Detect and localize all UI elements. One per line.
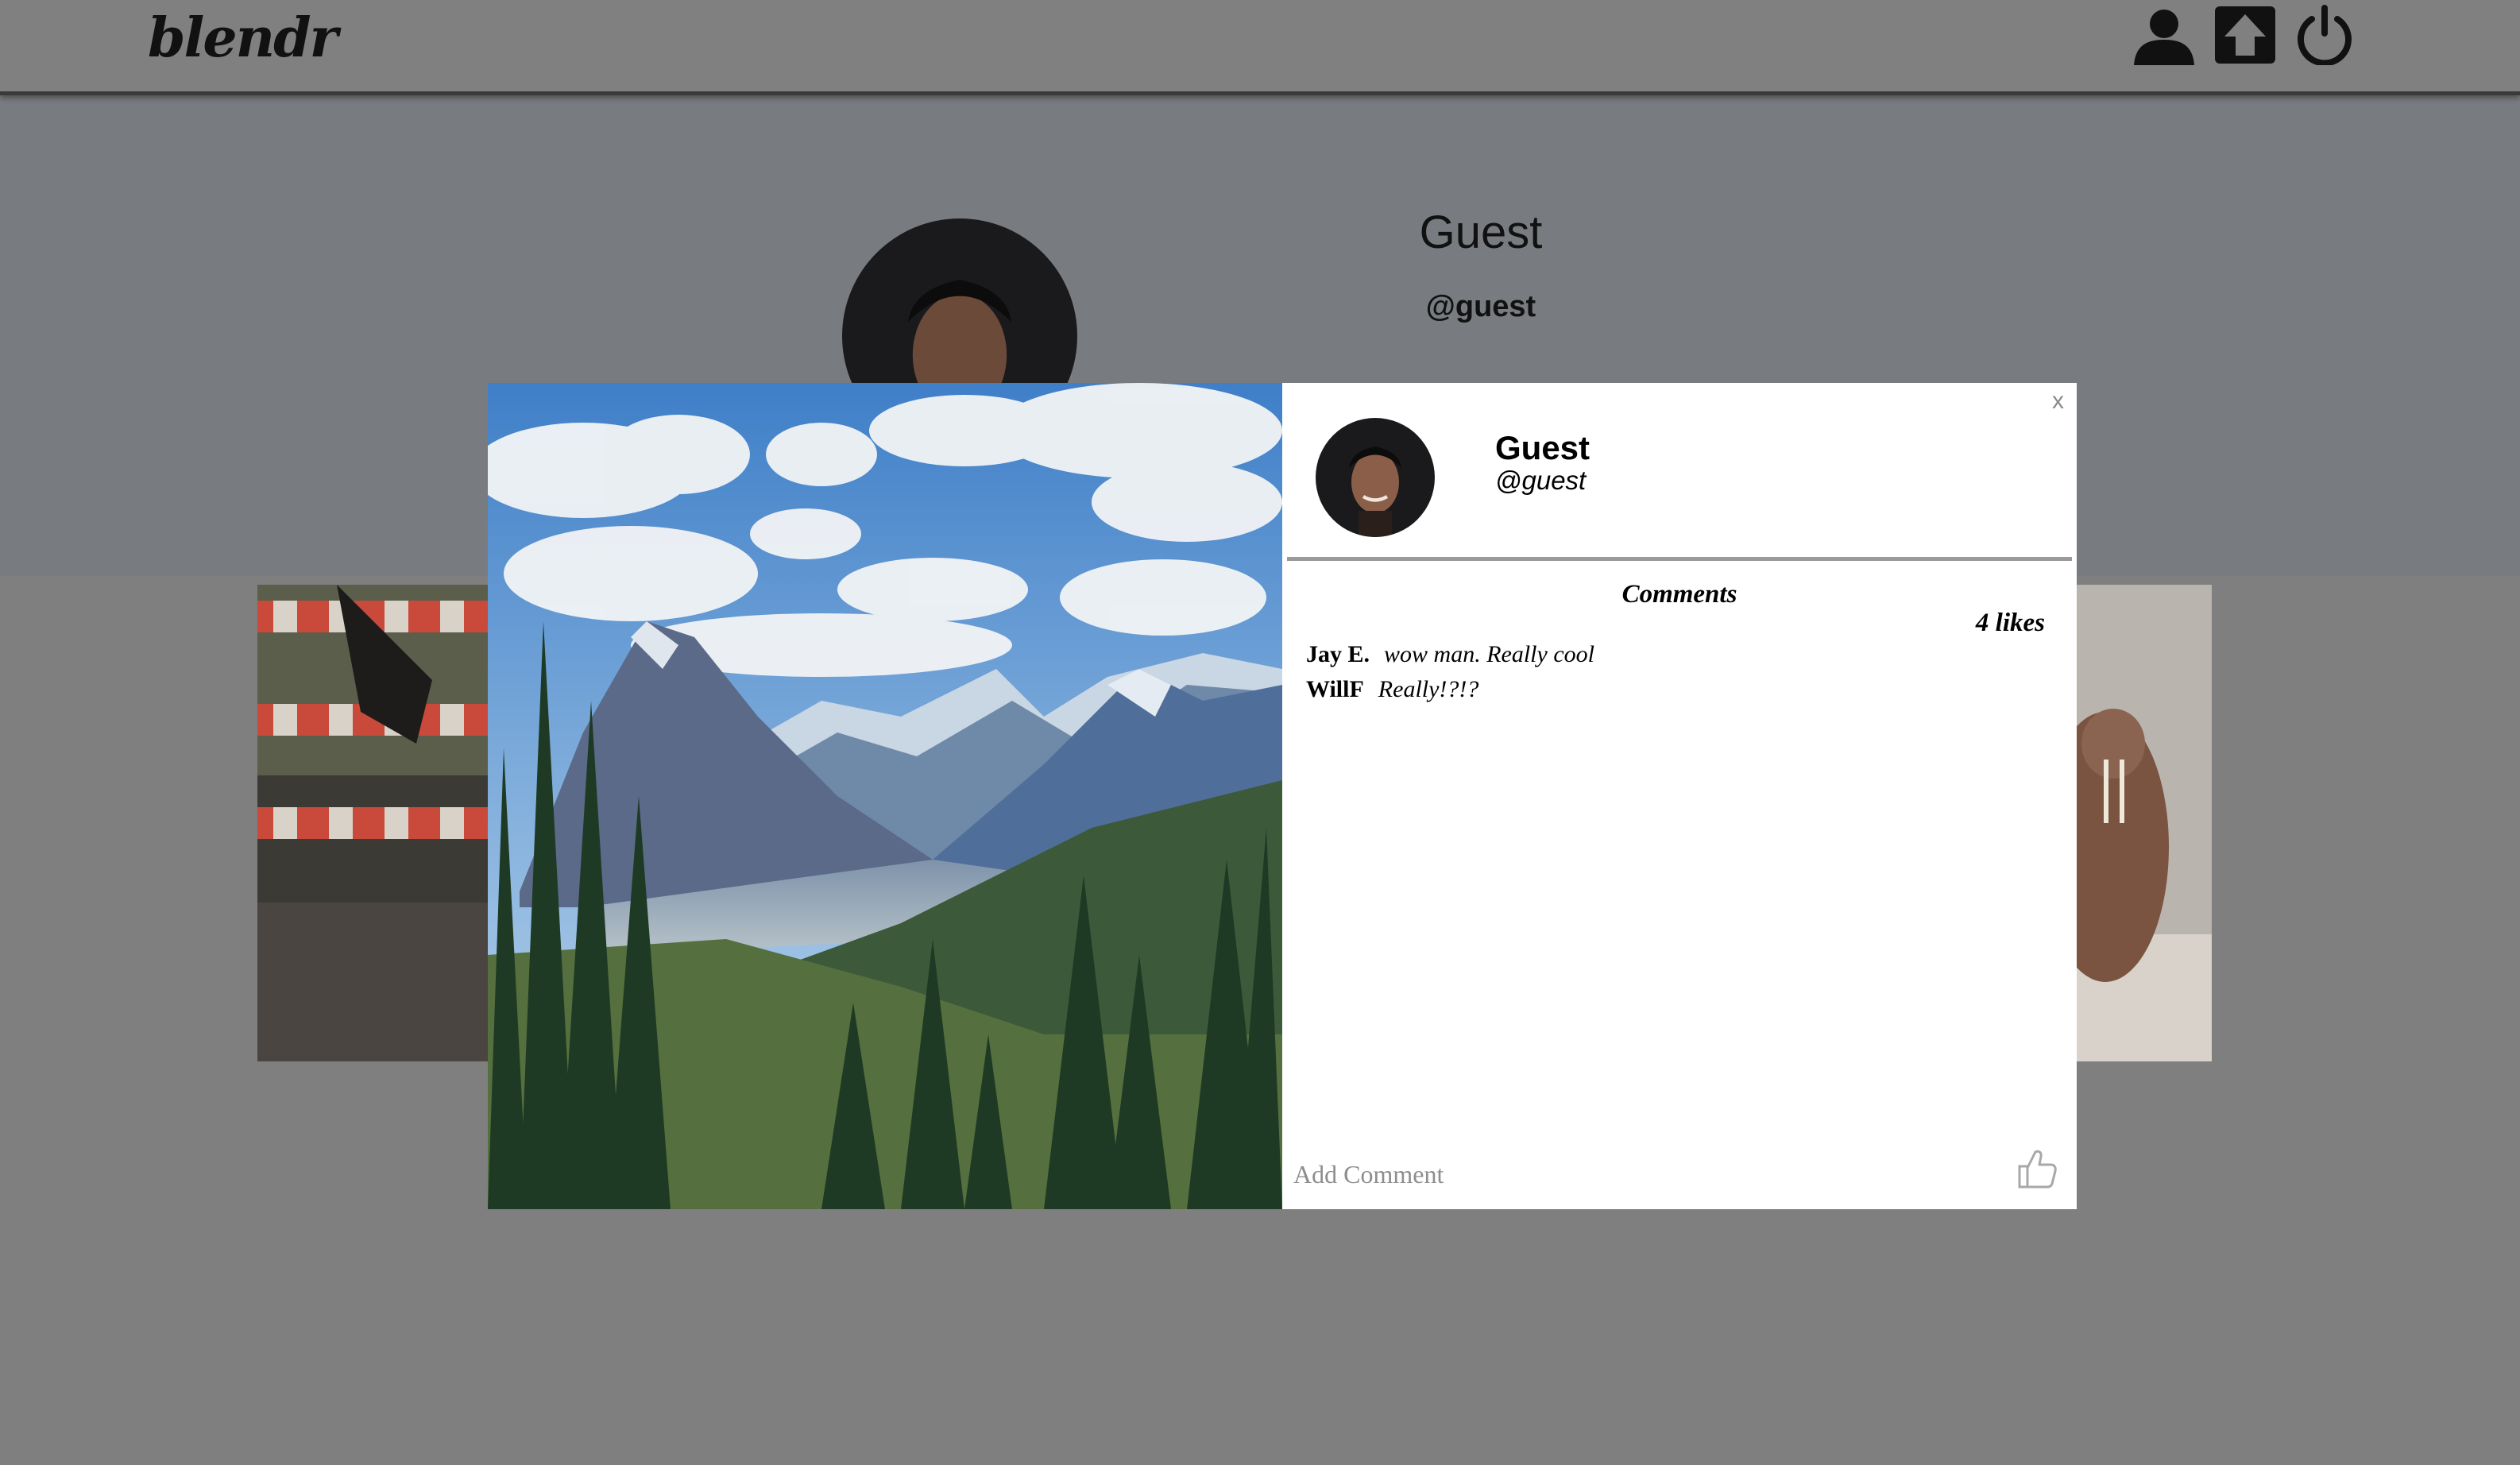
comment-item: WillF Really!?!? (1306, 672, 1594, 707)
gallery-photo-construction[interactable] (257, 585, 496, 1061)
modal-avatar[interactable] (1316, 418, 1435, 537)
profile-handle: @guest (1425, 290, 1536, 323)
modal-user-handle: @guest (1495, 466, 1587, 495)
upload-icon (2215, 6, 2275, 64)
gallery-photo-walrus[interactable] (2066, 585, 2212, 1061)
modal-photo-mountain-landscape (488, 383, 1282, 1209)
modal-user-name: Guest (1495, 429, 1590, 466)
top-navbar: blendr (0, 0, 2520, 95)
comment-item: Jay E. wow man. Really cool (1306, 637, 1594, 672)
profile-button[interactable] (2132, 5, 2196, 65)
logout-button[interactable] (2293, 5, 2356, 65)
comment-author[interactable]: Jay E. (1306, 641, 1370, 667)
likes-count: 4 likes (1975, 609, 2045, 637)
power-icon (2298, 5, 2352, 65)
thumbs-up-icon (2018, 1150, 2057, 1189)
modal-user-header: Guest @guest (1287, 383, 2072, 561)
app-logo[interactable]: blendr (148, 6, 338, 70)
profile-name: Guest (1419, 207, 1543, 258)
comments-heading: Comments (1621, 580, 1737, 609)
add-comment-input[interactable] (1293, 1154, 1992, 1195)
comment-list: Jay E. wow man. Really cool WillF Really!?… (1306, 637, 1594, 707)
modal-sidebar: x Guest @guest Comments 4 likes Jay E. wo… (1282, 383, 2077, 1209)
upload-button[interactable] (2213, 5, 2277, 65)
comment-author[interactable]: WillF (1306, 676, 1364, 702)
photo-modal: x Guest @guest Comments 4 likes Jay E. wo… (488, 383, 2077, 1209)
user-icon (2134, 10, 2194, 65)
comment-text: Really!?!? (1378, 676, 1479, 702)
like-button[interactable] (2013, 1146, 2059, 1192)
comment-text: wow man. Really cool (1384, 641, 1594, 667)
